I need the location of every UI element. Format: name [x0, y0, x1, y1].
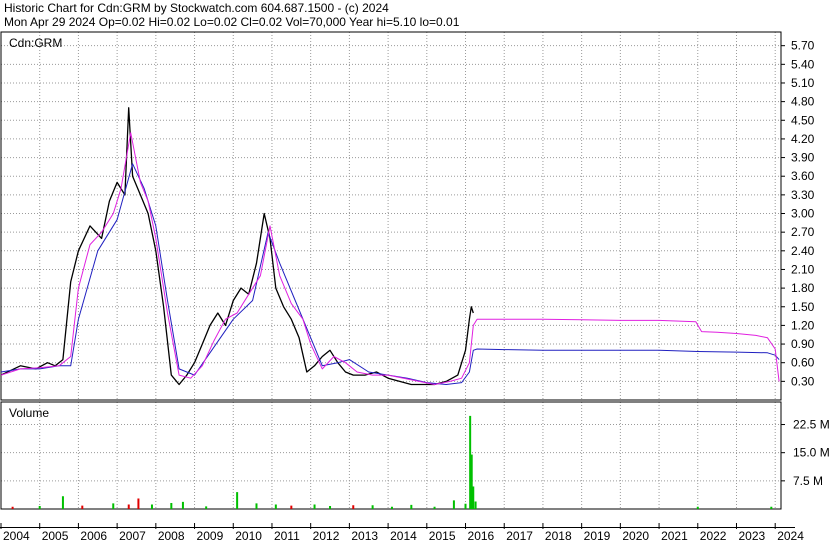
volume-bar — [150, 504, 153, 509]
volume-bar — [474, 501, 477, 509]
x-tick-label: 2018 — [545, 529, 572, 543]
volume-y-axis: 7.5 M 15.0 M 22.5 M — [781, 418, 830, 488]
volume-bar — [464, 503, 467, 509]
volume-bar — [452, 500, 455, 509]
x-tick-label: 2017 — [506, 529, 533, 543]
price-y-tick-label: 3.30 — [791, 188, 815, 202]
x-axis-baseline — [0, 527, 795, 528]
volume-bar — [410, 504, 413, 509]
volume-bar — [313, 504, 316, 509]
volume-bar — [329, 505, 332, 509]
x-axis: 2004 2005 2006 2007 2008 2009 2010 2011 2012 2013… — [0, 523, 804, 543]
volume-bar — [371, 505, 374, 509]
volume-bar — [38, 505, 41, 509]
x-tick-label: 2016 — [468, 529, 495, 543]
price-y-tick-label: 3.60 — [791, 169, 815, 183]
volume-bar — [274, 504, 277, 509]
price-y-tick-label: 1.50 — [791, 300, 815, 314]
volume-bar — [11, 506, 14, 509]
volume-bar — [61, 496, 64, 509]
volume-bar — [81, 505, 84, 509]
price-y-tick-label: 4.50 — [791, 113, 815, 127]
x-tick-label: 2005 — [42, 529, 69, 543]
x-tick-label: 2007 — [119, 529, 146, 543]
volume-bar — [433, 506, 436, 509]
volume-bar — [205, 506, 208, 509]
volume-bar — [181, 501, 184, 509]
volume-y-tick-label: 15.0 M — [793, 446, 830, 460]
price-y-tick-label: 0.60 — [791, 356, 815, 370]
x-tick-label: 2006 — [80, 529, 107, 543]
price-y-tick-label: 3.90 — [791, 151, 815, 165]
stock-chart: Cdn:GRM Volume 0.30 0.60 0.90 1.20 1.50 1.80 2… — [0, 31, 830, 543]
volume-bar — [290, 505, 293, 509]
price-y-tick-label: 4.20 — [791, 132, 815, 146]
volume-bar — [696, 506, 699, 509]
x-tick-label: 2010 — [235, 529, 262, 543]
volume-bar — [112, 503, 115, 509]
price-y-tick-label: 5.70 — [791, 39, 815, 53]
x-tick-label: 2022 — [700, 529, 727, 543]
volume-bar — [236, 492, 239, 509]
x-tick-label: 2020 — [622, 529, 649, 543]
x-tick-label: 2013 — [351, 529, 378, 543]
volume-bar — [127, 504, 130, 509]
volume-grid — [0, 402, 781, 509]
volume-bar — [352, 505, 355, 509]
price-y-tick-label: 5.10 — [791, 76, 815, 90]
volume-bar — [137, 498, 140, 509]
volume-panel-frame — [0, 401, 782, 510]
volume-y-tick-label: 22.5 M — [793, 418, 830, 432]
x-tick-label: 2021 — [661, 529, 688, 543]
price-y-tick-label: 2.10 — [791, 262, 815, 276]
price-y-tick-label: 2.70 — [791, 225, 815, 239]
x-tick-label: 2024 — [777, 529, 804, 543]
x-tick-label: 2019 — [584, 529, 611, 543]
price-y-tick-label: 1.20 — [791, 318, 815, 332]
volume-bar — [472, 486, 475, 509]
x-tick-label: 2015 — [429, 529, 456, 543]
x-tick-label: 2008 — [158, 529, 185, 543]
price-y-tick-label: 2.40 — [791, 244, 815, 258]
price-y-tick-label: 4.80 — [791, 95, 815, 109]
x-tick-label: 2023 — [738, 529, 765, 543]
price-y-axis: 0.30 0.60 0.90 1.20 1.50 1.80 2.10 2.40 2.70 3.00… — [781, 39, 815, 388]
x-tick-label: 2004 — [3, 529, 30, 543]
volume-bar — [255, 503, 258, 509]
x-tick-label: 2011 — [274, 529, 300, 543]
volume-bar — [390, 506, 393, 509]
x-tick-label: 2014 — [390, 529, 417, 543]
moving-average-long-line — [0, 163, 780, 385]
volume-bar — [170, 502, 173, 509]
moving-average-short-line — [0, 132, 780, 385]
price-y-tick-label: 0.30 — [791, 374, 815, 388]
price-series-group — [0, 107, 780, 386]
volume-bars-group — [11, 415, 773, 509]
symbol-label: Cdn:GRM — [9, 36, 62, 50]
volume-y-tick-label: 7.5 M — [793, 474, 823, 488]
x-tick-label: 2012 — [313, 529, 340, 543]
volume-label: Volume — [9, 406, 49, 420]
price-y-tick-label: 3.00 — [791, 207, 815, 221]
price-y-tick-label: 1.80 — [791, 281, 815, 295]
price-y-tick-label: 0.90 — [791, 337, 815, 351]
x-tick-label: 2009 — [197, 529, 224, 543]
volume-bar — [770, 506, 773, 509]
price-y-tick-label: 5.40 — [791, 57, 815, 71]
